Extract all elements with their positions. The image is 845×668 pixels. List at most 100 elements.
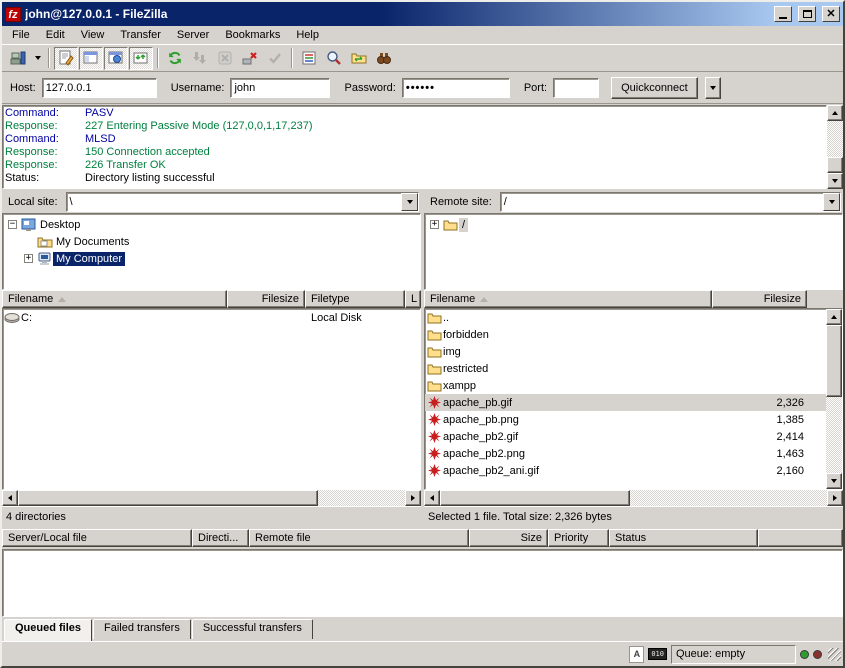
remote-site-dropdown[interactable]	[823, 193, 840, 211]
filezilla-window: fz john@127.0.0.1 - FileZilla ✕ FileEdit…	[0, 0, 845, 668]
scrollbar-thumb[interactable]	[827, 157, 843, 173]
scroll-right-button[interactable]	[827, 490, 843, 506]
log-row: Response:227 Entering Passive Mode (127,…	[5, 120, 826, 133]
queue-column-spacer[interactable]	[758, 529, 843, 547]
column-header-filename[interactable]: Filename	[424, 290, 712, 308]
site-manager-dropdown[interactable]	[31, 47, 44, 70]
menu-view[interactable]: View	[73, 27, 113, 43]
column-header-filesize[interactable]: Filesize	[712, 290, 807, 308]
scroll-down-button[interactable]	[827, 173, 843, 189]
host-input[interactable]	[42, 78, 157, 98]
remote-file-row[interactable]: ..	[425, 309, 826, 326]
maximize-button[interactable]	[798, 6, 816, 22]
remote-file-row[interactable]: apache_pb.png1,385	[425, 411, 826, 428]
username-input[interactable]	[230, 78, 330, 98]
image-file-icon	[425, 447, 443, 460]
local-site-combobox[interactable]: \	[66, 192, 419, 212]
toggle-queue-button[interactable]	[129, 47, 153, 70]
column-header-filesize[interactable]: Filesize	[227, 290, 305, 308]
quickconnect-dropdown[interactable]	[705, 77, 721, 99]
log-row-text: 226 Transfer OK	[85, 159, 166, 172]
remote-file-row[interactable]: xampp	[425, 377, 826, 394]
scrollbar-track[interactable]	[630, 490, 827, 506]
cancel-button[interactable]	[213, 47, 237, 70]
queue-column-directi-[interactable]: Directi...	[192, 529, 249, 547]
queue-column-size[interactable]: Size	[469, 529, 548, 547]
synchronized-browsing-button[interactable]	[347, 47, 371, 70]
scrollbar-track[interactable]	[318, 490, 405, 506]
scrollbar-thumb[interactable]	[18, 490, 318, 506]
scroll-up-button[interactable]	[826, 309, 842, 325]
scroll-down-button[interactable]	[826, 473, 842, 489]
tree-expander[interactable]: +	[24, 254, 33, 263]
port-input[interactable]	[553, 78, 599, 98]
scroll-right-button[interactable]	[405, 490, 421, 506]
local-site-dropdown[interactable]	[401, 193, 418, 211]
scroll-left-button[interactable]	[2, 490, 18, 506]
remote-site-combobox[interactable]: /	[500, 192, 841, 212]
remote-file-row[interactable]: apache_pb.gif2,326	[425, 394, 826, 411]
filter-button[interactable]	[297, 47, 321, 70]
toggle-message-log-button[interactable]	[54, 47, 78, 70]
quickconnect-button[interactable]: Quickconnect	[611, 77, 698, 99]
queue-column-remote-file[interactable]: Remote file	[249, 529, 469, 547]
scrollbar-thumb[interactable]	[826, 325, 842, 397]
queue-column-priority[interactable]: Priority	[548, 529, 609, 547]
activity-led-red	[813, 650, 822, 659]
site-manager-button[interactable]	[6, 47, 30, 70]
menu-transfer[interactable]: Transfer	[112, 27, 169, 43]
tab-failed-transfers[interactable]: Failed transfers	[93, 619, 191, 639]
log-scrollbar[interactable]	[827, 105, 843, 189]
column-header-filetype[interactable]: Filetype	[305, 290, 405, 308]
reconnect-button[interactable]	[263, 47, 287, 70]
local-tree-item[interactable]: My Documents	[3, 233, 420, 250]
column-header-filename[interactable]: Filename	[2, 290, 227, 308]
remote-hscrollbar[interactable]	[424, 490, 843, 506]
password-input[interactable]	[402, 78, 510, 98]
local-tree-item[interactable]: −Desktop	[3, 216, 420, 233]
remote-file-row[interactable]: forbidden	[425, 326, 826, 343]
desktop-icon	[20, 218, 37, 232]
compare-directories-button[interactable]	[322, 47, 346, 70]
tab-queued-files[interactable]: Queued files	[4, 619, 92, 641]
scrollbar-track[interactable]	[827, 121, 843, 157]
minimize-button[interactable]	[774, 6, 792, 22]
queue-header: Server/Local fileDirecti...Remote fileSi…	[2, 529, 843, 549]
remote-file-row[interactable]: img	[425, 343, 826, 360]
menu-bookmarks[interactable]: Bookmarks	[217, 27, 288, 43]
remote-vscrollbar[interactable]	[826, 309, 842, 489]
scrollbar-thumb[interactable]	[440, 490, 630, 506]
refresh-button[interactable]	[163, 47, 187, 70]
local-tree-item[interactable]: +My Computer	[3, 250, 420, 267]
menu-help[interactable]: Help	[288, 27, 327, 43]
remote-file-row[interactable]: apache_pb2.png1,463	[425, 445, 826, 462]
toggle-local-tree-button[interactable]	[79, 47, 103, 70]
menu-edit[interactable]: Edit	[38, 27, 73, 43]
toggle-remote-tree-button[interactable]	[104, 47, 128, 70]
process-queue-button[interactable]	[188, 47, 212, 70]
scroll-up-button[interactable]	[827, 105, 843, 121]
local-hscrollbar[interactable]	[2, 490, 421, 506]
column-header-l[interactable]: L	[405, 290, 421, 308]
title-bar[interactable]: fz john@127.0.0.1 - FileZilla ✕	[2, 2, 843, 26]
remote-file-row[interactable]: apache_pb2.gif2,414	[425, 428, 826, 445]
tree-expander[interactable]: −	[8, 220, 17, 229]
resize-grip-icon[interactable]	[828, 648, 841, 661]
menu-server[interactable]: Server	[169, 27, 217, 43]
find-files-button[interactable]	[372, 47, 396, 70]
local-file-row[interactable]: C:Local Disk	[3, 309, 420, 326]
menu-file[interactable]: File	[4, 27, 38, 43]
tab-successful-transfers[interactable]: Successful transfers	[192, 619, 313, 639]
queue-column-server-local-file[interactable]: Server/Local file	[2, 529, 192, 547]
close-button[interactable]: ✕	[822, 6, 840, 22]
file-size: 2,414	[713, 431, 808, 443]
remote-file-row[interactable]: apache_pb2_ani.gif2,160	[425, 462, 826, 479]
remote-status-text: Selected 1 file. Total size: 2,326 bytes	[424, 506, 843, 527]
remote-file-row[interactable]: restricted	[425, 360, 826, 377]
tree-expander[interactable]: +	[430, 220, 439, 229]
disconnect-button[interactable]	[238, 47, 262, 70]
queue-column-status[interactable]: Status	[609, 529, 758, 547]
scroll-left-button[interactable]	[424, 490, 440, 506]
remote-tree-item[interactable]: +/	[425, 216, 842, 233]
scrollbar-track[interactable]	[826, 397, 842, 473]
